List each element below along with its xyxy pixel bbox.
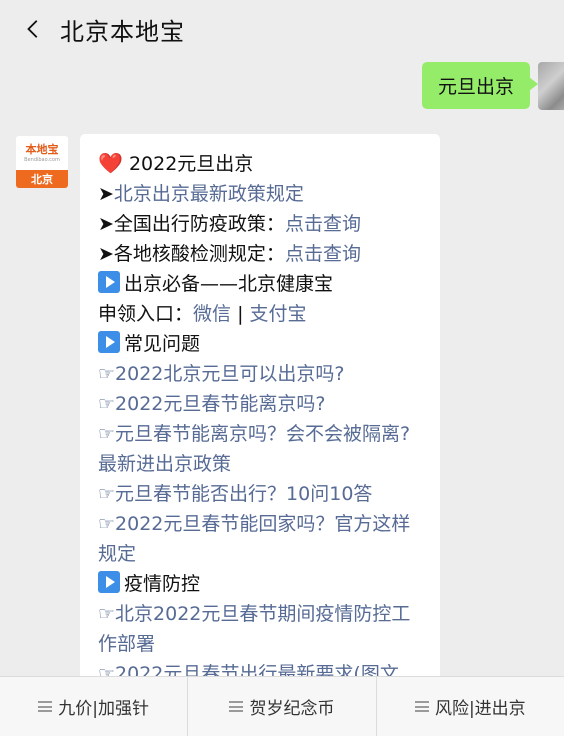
section-title: 常见问题: [124, 333, 201, 355]
hand-pointer-icon: ☞: [98, 363, 116, 385]
menu-item-label: 九价|加强针: [58, 699, 150, 719]
alipay-link[interactable]: 支付宝: [250, 303, 307, 325]
section-epidemic: 疫情防控: [98, 569, 428, 599]
menu-item-risk[interactable]: 风险|进出京: [377, 677, 564, 736]
bot-avatar[interactable]: 本地宝 Bendibao.com 北京: [16, 136, 68, 188]
avatar-brand-text: 本地宝: [25, 142, 59, 156]
hand-pointer-icon: ☞: [98, 603, 116, 625]
chat-title: 北京本地宝: [60, 17, 185, 46]
section-faq: 常见问题: [98, 329, 428, 359]
control-link-1[interactable]: ☞北京2022元旦春节期间疫情防控工作部署: [98, 599, 428, 659]
message-heading: ❤️ 2022元旦出京: [98, 148, 428, 179]
play-icon: [98, 331, 120, 353]
play-icon: [98, 571, 120, 593]
hand-pointer-icon: ☞: [98, 423, 116, 445]
faq-text: 2022北京元旦可以出京吗?: [115, 363, 345, 385]
avatar-domain-text: Bendibao.com: [24, 156, 60, 163]
arrow-icon: ➤: [98, 243, 114, 265]
faq-link-1[interactable]: ☞2022北京元旦可以出京吗?: [98, 359, 428, 389]
national-line: ➤全国出行防疫政策：点击查询: [98, 209, 428, 239]
control-text: 北京2022元旦春节期间疫情防控工作部署: [98, 603, 411, 655]
faq-text: 2022元旦春节能离京吗?: [115, 393, 326, 415]
menu-item-coin[interactable]: 贺岁纪念币: [188, 677, 377, 736]
faq-link-5[interactable]: ☞2022元旦春节能回家吗？官方这样规定: [98, 509, 428, 569]
heading-text: 2022元旦出京: [128, 153, 254, 175]
menu-lines-icon: [229, 701, 244, 712]
avatar-city-label: 北京: [16, 170, 68, 188]
section-title: 疫情防控: [124, 573, 201, 595]
user-avatar[interactable]: [538, 62, 564, 110]
apply-label: 申领入口：: [98, 303, 194, 325]
wechat-link[interactable]: 微信: [193, 303, 231, 325]
nucleic-label: 各地核酸检测规定：: [113, 243, 285, 265]
faq-link-4[interactable]: ☞元旦春节能否出行？10问10答: [98, 479, 428, 509]
faq-text: 2022元旦春节能回家吗？官方这样规定: [98, 513, 411, 565]
policy-link[interactable]: 北京出京最新政策规定: [114, 183, 304, 205]
chat-header: 北京本地宝: [0, 0, 564, 58]
menu-item-label: 贺岁纪念币: [249, 699, 335, 719]
section-health-kit: 出京必备——北京健康宝: [98, 269, 428, 299]
national-query-link[interactable]: 点击查询: [285, 213, 361, 235]
faq-link-2[interactable]: ☞2022元旦春节能离京吗?: [98, 389, 428, 419]
back-button[interactable]: [14, 9, 54, 49]
apply-line: 申领入口：微信 | 支付宝: [98, 299, 428, 329]
outgoing-message[interactable]: 元旦出京: [421, 62, 539, 109]
policy-line: ➤北京出京最新政策规定: [98, 179, 428, 209]
menu-item-vaccine[interactable]: 九价|加强针: [0, 677, 189, 736]
arrow-icon: ➤: [98, 213, 114, 235]
menu-lines-icon: [38, 701, 53, 712]
bottom-menu: 九价|加强针 贺岁纪念币 风险|进出京: [0, 676, 564, 736]
play-icon: [98, 271, 120, 293]
arrow-icon: ➤: [98, 183, 114, 205]
faq-text: 元旦春节能否出行？10问10答: [115, 483, 373, 505]
heart-icon: ❤️: [98, 151, 123, 175]
bot-message: ❤️ 2022元旦出京 ➤北京出京最新政策规定 ➤全国出行防疫政策：点击查询 ➤…: [80, 134, 440, 694]
faq-link-3[interactable]: ☞元旦春节能离京吗？会不会被隔离?最新进出京政策: [98, 419, 428, 479]
nucleic-query-link[interactable]: 点击查询: [285, 243, 361, 265]
section-title: 出京必备——北京健康宝: [124, 273, 334, 295]
nucleic-line: ➤各地核酸检测规定：点击查询: [98, 239, 428, 269]
avatar-logo: 本地宝 Bendibao.com: [16, 136, 68, 170]
menu-lines-icon: [414, 701, 429, 712]
hand-pointer-icon: ☞: [98, 483, 116, 505]
apply-separator: |: [231, 303, 250, 325]
chevron-left-icon: [27, 20, 38, 38]
hand-pointer-icon: ☞: [98, 513, 116, 535]
national-label: 全国出行防疫政策：: [113, 213, 285, 235]
faq-text: 元旦春节能离京吗？会不会被隔离?最新进出京政策: [98, 423, 411, 475]
menu-item-label: 风险|进出京: [434, 699, 526, 719]
hand-pointer-icon: ☞: [98, 393, 116, 415]
